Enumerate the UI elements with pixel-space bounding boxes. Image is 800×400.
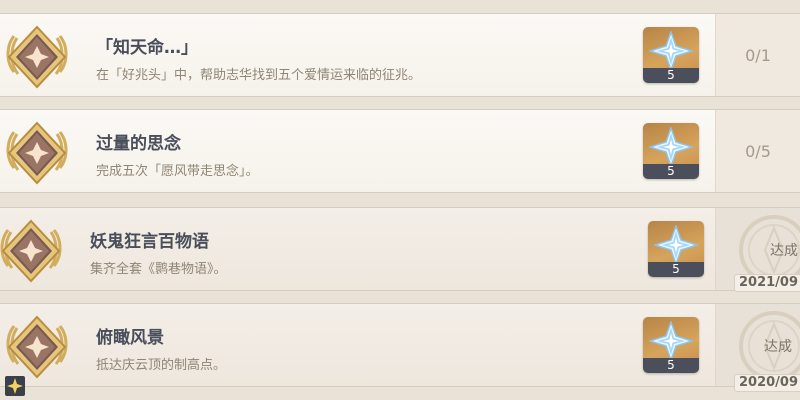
achievement-list: 「知天命…」 在「好兆头」中，帮助志华找到五个爱情运来临的征兆。 5 0/1 过… (0, 0, 800, 400)
achievement-description: 在「好兆头」中，帮助志华找到五个爱情运来临的征兆。 (96, 68, 422, 83)
primogem-icon (654, 225, 698, 265)
primogem-icon (649, 127, 693, 167)
achievement-body: 妖鬼狂言百物语 集齐全套《鹮巷物语》。 5 (0, 208, 715, 290)
sparkle-icon (5, 376, 25, 396)
achievement-body: 「知天命…」 在「好兆头」中，帮助志华找到五个爱情运来临的征兆。 5 (0, 14, 715, 96)
gold-laurel-badge-icon (4, 120, 70, 186)
achievement-body: 俯瞰风景 抵达庆云顶的制高点。 5 (0, 304, 715, 386)
primogem-icon (649, 31, 693, 71)
achievement-description: 完成五次「愿风带走思念」。 (96, 164, 259, 179)
achievement-description: 抵达庆云顶的制高点。 (96, 358, 227, 373)
achievement-title: 过量的思念 (96, 134, 181, 154)
achievement-title: 「知天命…」 (96, 38, 198, 58)
achievement-row[interactable]: 过量的思念 完成五次「愿风带走思念」。 5 0/5 (0, 109, 800, 193)
achievement-row-completed[interactable]: 俯瞰风景 抵达庆云顶的制高点。 5 达成 2020/09 (0, 303, 800, 392)
reward-count: 5 (643, 164, 699, 179)
achievement-row[interactable]: 「知天命…」 在「好兆头」中，帮助志华找到五个爱情运来临的征兆。 5 0/1 (0, 13, 800, 97)
achievement-status-panel: 0/5 (715, 110, 800, 192)
achievement-title: 妖鬼狂言百物语 (90, 232, 209, 252)
reward-tile[interactable]: 5 (648, 221, 704, 277)
reward-count: 5 (643, 358, 699, 373)
progress-counter: 0/1 (745, 46, 771, 65)
gold-laurel-badge-icon (4, 314, 70, 380)
gold-laurel-badge-icon (4, 24, 70, 90)
completed-label: 达成 (770, 243, 798, 259)
progress-counter: 0/5 (745, 142, 771, 161)
gold-laurel-badge-icon (0, 218, 64, 284)
achievement-body: 过量的思念 完成五次「愿风带走思念」。 5 (0, 110, 715, 192)
reward-tile[interactable]: 5 (643, 317, 699, 373)
reward-tile[interactable]: 5 (643, 27, 699, 83)
primogem-icon (649, 321, 693, 361)
completed-label: 达成 (764, 339, 792, 355)
completion-date: 2020/09 (734, 374, 800, 392)
completion-date: 2021/09 (734, 274, 800, 292)
achievement-row-completed[interactable]: 妖鬼狂言百物语 集齐全套《鹮巷物语》。 5 达成 2021/09 (0, 207, 800, 292)
achievement-description: 集齐全套《鹮巷物语》。 (90, 262, 227, 277)
reward-count: 5 (648, 262, 704, 277)
achievement-title: 俯瞰风景 (96, 328, 164, 348)
achievement-status-panel: 0/1 (715, 14, 800, 96)
reward-count: 5 (643, 68, 699, 83)
reward-tile[interactable]: 5 (643, 123, 699, 179)
